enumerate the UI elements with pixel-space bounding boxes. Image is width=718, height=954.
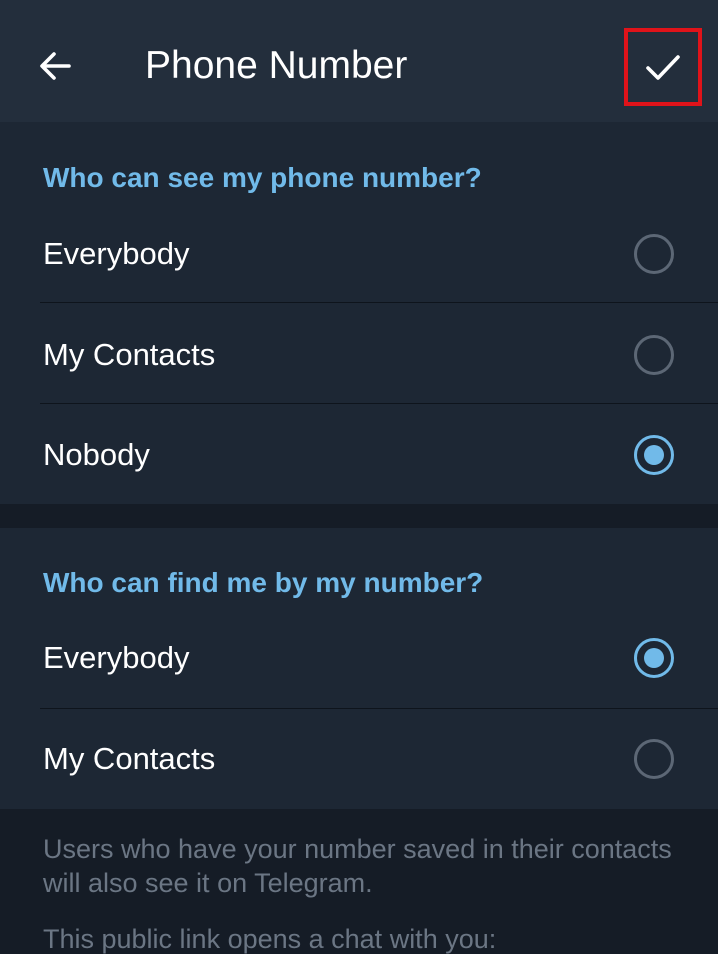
section-header: Who can find me by my number? <box>43 567 484 598</box>
radio-button[interactable] <box>634 335 674 375</box>
radio-button-selected[interactable] <box>634 435 674 475</box>
section-header: Who can see my phone number? <box>43 162 482 193</box>
info-text: Users who have your number saved in thei… <box>43 834 672 898</box>
option-label: My Contacts <box>43 337 216 372</box>
option-label: Everybody <box>43 236 190 271</box>
radio-button[interactable] <box>634 234 674 274</box>
page-title: Phone Number <box>145 44 408 87</box>
radio-button-selected[interactable] <box>634 638 674 678</box>
option-label: My Contacts <box>43 741 216 776</box>
option-row-everybody[interactable]: Everybody <box>0 608 718 708</box>
option-label: Everybody <box>43 640 190 675</box>
back-button[interactable] <box>22 30 88 102</box>
option-row-everybody[interactable]: Everybody <box>0 204 718 304</box>
divider <box>40 403 718 404</box>
privacy-phone-number-screen: Phone Number Who can see my phone number… <box>0 0 718 954</box>
option-label: Nobody <box>43 437 150 472</box>
public-link-text: This public link opens a chat with you: <box>43 924 497 954</box>
arrow-left-icon <box>40 52 71 80</box>
check-icon <box>646 55 680 80</box>
option-row-nobody[interactable]: Nobody <box>0 405 718 505</box>
who-can-find-section: Who can find me by my number? Everybody … <box>0 528 718 809</box>
radio-button[interactable] <box>634 739 674 779</box>
option-row-my-contacts[interactable]: My Contacts <box>0 709 718 809</box>
divider <box>40 302 718 303</box>
done-button[interactable] <box>624 28 702 106</box>
option-row-my-contacts[interactable]: My Contacts <box>0 305 718 405</box>
app-bar: Phone Number <box>0 0 718 122</box>
who-can-see-section: Who can see my phone number? Everybody M… <box>0 122 718 504</box>
